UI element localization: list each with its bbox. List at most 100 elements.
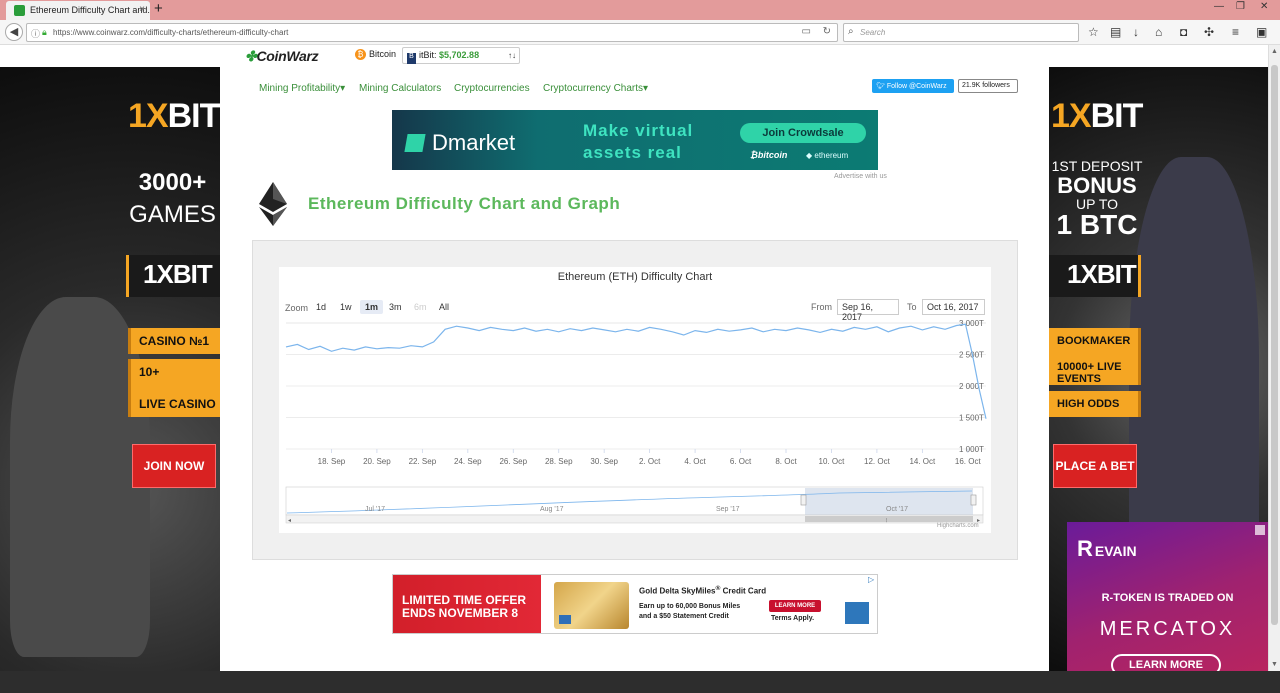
navigator-label-oct: Oct '17	[886, 506, 908, 513]
amex-card-logo-icon	[559, 615, 571, 624]
scroll-left-icon[interactable]: ◂	[288, 518, 291, 524]
brand-small-a: 1X	[143, 259, 174, 289]
followers-count[interactable]: 21.9K followers	[958, 79, 1018, 93]
left-casino-ad[interactable]: 1XBIT 3000+ GAMES 1XBIT CASINO №1 10+ CR…	[0, 67, 220, 671]
scrollbar-thumb[interactable]	[1271, 65, 1278, 625]
search-icon: ⌕	[848, 26, 854, 37]
sort-arrows-icon[interactable]: ↑↓	[508, 51, 516, 60]
navigator-right-handle[interactable]	[970, 494, 977, 506]
highcharts-credit[interactable]: Highcharts.com	[937, 523, 979, 529]
range-navigator[interactable]: Jul '17 Aug '17 Sep '17 Oct '17 ◂ ▸ ⦙	[285, 486, 984, 524]
reload-icon[interactable]: ↻	[823, 26, 831, 37]
casino-feature-3: LIVE CASINO	[128, 391, 220, 417]
learn-more-button[interactable]: LEARN MORE	[769, 600, 821, 612]
revain-ad[interactable]: R EVAIN R-TOKEN IS TRADED ON MERCATOX LEA…	[1067, 522, 1268, 676]
revain-logo: R EVAIN	[1077, 536, 1137, 561]
ad-brand-logo: 1XBIT	[128, 97, 220, 136]
address-bar[interactable]: ⓘ 🔒︎ https://www.coinwarz.com/difficulty…	[26, 23, 838, 42]
navigator-left-handle[interactable]	[800, 494, 807, 506]
navigator-label-jul: Jul '17	[365, 506, 385, 513]
x-tick-label: 6. Oct	[730, 457, 752, 466]
ad-line-2: BONUS	[1057, 173, 1137, 198]
x-tick-label: 30. Sep	[590, 457, 618, 466]
home-icon[interactable]: ⌂	[1155, 26, 1162, 38]
difficulty-chart-svg[interactable]: 1 000T1 500T2 000T2 500T3 000T 18. Sep 20…	[279, 267, 991, 533]
partner-1-label: bitcoin	[757, 150, 788, 160]
betting-feature-2: 10000+ LIVE EVENTS	[1049, 359, 1141, 385]
info-icon[interactable]: ⓘ	[31, 27, 40, 40]
menu-icon[interactable]: ≡	[1232, 26, 1239, 38]
partner-2-label: ethereum	[814, 151, 849, 160]
pocket-icon[interactable]: ◘	[1180, 26, 1187, 38]
nav-mining-profitability[interactable]: Mining Profitability▾	[259, 83, 345, 94]
close-tab-icon[interactable]: ×	[139, 4, 145, 15]
y-tick-label: 1 500T	[959, 414, 984, 423]
x-tick-label: 24. Sep	[454, 457, 482, 466]
back-button[interactable]: ◀	[5, 23, 23, 41]
dmarket-slogan: Make virtual assets real	[583, 120, 693, 164]
credit-card-image	[554, 582, 629, 629]
page-title: Ethereum Difficulty Chart and Graph	[308, 194, 621, 213]
exchange-price-box[interactable]: BitBit: $5,702.88 ↑↓	[402, 47, 520, 64]
leaf-icon: ✤	[245, 48, 257, 64]
coin-selector[interactable]: ₿ Bitcoin	[355, 49, 396, 60]
tab-title: Ethereum Difficulty Chart and...	[30, 5, 150, 15]
browser-tab[interactable]: Ethereum Difficulty Chart and... ×	[6, 1, 150, 20]
bookmark-star-icon[interactable]: ☆	[1088, 26, 1099, 38]
revain-headline: R-TOKEN IS TRADED ON	[1101, 592, 1234, 604]
reader-view-icon[interactable]: ▭	[802, 26, 811, 37]
ad-brand-logo: 1XBIT	[1051, 97, 1143, 136]
navigator-label-sep: Sep '17	[716, 506, 740, 513]
nav-cryptocurrency-charts[interactable]: Cryptocurrency Charts▾	[543, 83, 648, 94]
url-text: https://www.coinwarz.com/difficulty-char…	[53, 28, 289, 37]
extension-icon[interactable]: ✣	[1204, 26, 1214, 38]
maximize-window-icon[interactable]: ❐	[1236, 1, 1245, 12]
library-icon[interactable]: ▤	[1110, 26, 1121, 38]
adchoices-icon[interactable]: ▷	[868, 575, 874, 584]
close-window-icon[interactable]: ✕	[1260, 1, 1268, 12]
dmarket-banner-ad[interactable]: Dmarket Make virtual assets real Join Cro…	[392, 110, 878, 170]
casino-feature-1: CASINO №1	[128, 328, 220, 354]
join-crowdsale-button[interactable]: Join Crowdsale	[740, 123, 866, 143]
ad-close-icon[interactable]	[1255, 525, 1265, 535]
ad-line-1: 1ST DEPOSIT	[1051, 158, 1143, 174]
scrollbar-grip-icon[interactable]: ⦙	[886, 517, 887, 524]
chart-container: Ethereum (ETH) Difficulty Chart Zoom 1d …	[279, 267, 991, 533]
new-tab-button[interactable]: +	[154, 0, 163, 17]
brand-part-b: BIT	[167, 97, 220, 135]
ad-logo-box: 1XBIT	[1049, 255, 1141, 297]
terms-apply-link[interactable]: Terms Apply.	[771, 615, 814, 622]
nav-mining-calculators[interactable]: Mining Calculators	[359, 83, 441, 94]
twitter-follow-button[interactable]: 🐦︎ Follow @CoinWarz	[872, 79, 954, 93]
scroll-down-icon[interactable]: ▼	[1271, 661, 1278, 668]
place-a-bet-button[interactable]: PLACE A BET	[1053, 444, 1137, 488]
ad-headline-2: GAMES	[129, 201, 216, 228]
page-footer	[0, 671, 1280, 693]
ad-line-4: 1 BTC	[1056, 209, 1138, 240]
nav-label: Cryptocurrency Charts	[543, 83, 644, 94]
scroll-up-icon[interactable]: ▲	[1271, 48, 1278, 55]
x-tick-label: 26. Sep	[499, 457, 527, 466]
advertise-link[interactable]: Advertise with us	[834, 173, 887, 180]
dmarket-logo-text: Dmarket	[432, 130, 516, 155]
navigator-scrollbar-thumb[interactable]	[805, 516, 973, 522]
coinwarz-logo[interactable]: ✤CoinWarz	[245, 48, 319, 65]
ethereum-logo-icon	[259, 182, 287, 226]
x-tick-label: 8. Oct	[775, 457, 797, 466]
join-now-button[interactable]: JOIN NOW	[132, 444, 216, 488]
coin-label: Bitcoin	[369, 49, 397, 59]
x-tick-label: 12. Oct	[864, 457, 891, 466]
credit-card-ad[interactable]: LIMITED TIME OFFER ENDS NOVEMBER 8 Gold D…	[392, 574, 878, 634]
extension-shield-icon[interactable]: ▣	[1256, 26, 1267, 38]
follow-label: Follow @CoinWarz	[886, 83, 947, 90]
downloads-icon[interactable]: ↓	[1133, 26, 1139, 38]
chart-grid	[286, 322, 986, 450]
page-scrollbar[interactable]: ▲ ▼	[1268, 45, 1280, 671]
nav-label: Mining Profitability	[259, 83, 341, 94]
price-ticker-bar: ✤CoinWarz ₿ Bitcoin BitBit: $5,702.88 ↑↓	[0, 45, 1280, 67]
nav-cryptocurrencies[interactable]: Cryptocurrencies	[454, 83, 530, 94]
search-input[interactable]: ⌕ Search	[843, 23, 1079, 42]
minimize-window-icon[interactable]: —	[1214, 1, 1224, 12]
favicon-icon	[14, 5, 25, 16]
betting-feature-3: HIGH ODDS	[1049, 391, 1141, 417]
